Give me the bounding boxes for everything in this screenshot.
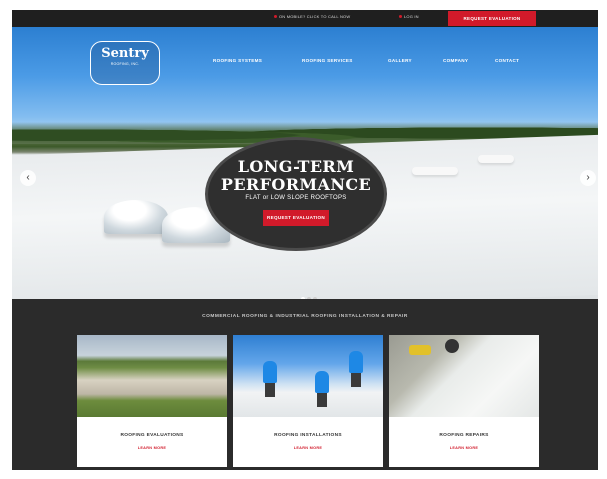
hero-subhead: FLAT or LOW SLOPE ROOFTOPS xyxy=(245,195,347,201)
slider-dots xyxy=(301,288,319,299)
learn-more-link[interactable]: LEARN MORE xyxy=(77,446,227,450)
request-evaluation-top-button[interactable]: REQUEST EVALUATION xyxy=(448,11,536,26)
card-title: ROOFING EVALUATIONS xyxy=(120,433,184,438)
hero-headline-2: PERFORMANCE xyxy=(220,175,372,194)
logo-subtitle: ROOFING, INC. xyxy=(110,62,140,66)
worker-figure xyxy=(263,361,277,397)
learn-more-link[interactable]: LEARN MORE xyxy=(389,446,539,450)
card-image xyxy=(233,335,383,417)
slider-dot[interactable] xyxy=(313,297,317,299)
request-evaluation-hero-button[interactable]: REQUEST EVALUATION xyxy=(263,210,329,226)
website-frame: ON MOBILE? CLICK TO CALL NOW LOG IN REQU… xyxy=(12,10,598,470)
mobile-call-link[interactable]: ON MOBILE? CLICK TO CALL NOW xyxy=(274,14,350,19)
nav-roofing-systems[interactable]: ROOFING SYSTEMS xyxy=(213,58,262,63)
card-roofing-evaluations[interactable]: ROOFING EVALUATIONS LEARN MORE xyxy=(77,335,227,467)
slider-dot[interactable] xyxy=(307,297,311,299)
chevron-left-icon[interactable]: ‹ xyxy=(20,170,36,186)
hero-headline-1: LONG-TERM xyxy=(237,157,355,176)
roof-vent xyxy=(478,155,514,163)
learn-more-link[interactable]: LEARN MORE xyxy=(233,446,383,450)
nav-gallery[interactable]: GALLERY xyxy=(388,58,412,63)
utility-bar: ON MOBILE? CLICK TO CALL NOW LOG IN REQU… xyxy=(12,10,598,27)
skylight-dome xyxy=(104,200,168,234)
card-image xyxy=(389,335,539,417)
login-label: LOG IN xyxy=(404,14,419,19)
card-title: ROOFING INSTALLATIONS xyxy=(274,433,342,438)
worker-figure xyxy=(315,371,329,407)
slider-dot-active[interactable] xyxy=(301,297,305,299)
card-title: ROOFING REPAIRS xyxy=(439,433,489,438)
logo-name: Sentry xyxy=(101,46,149,61)
nav-company[interactable]: COMPANY xyxy=(443,58,468,63)
card-roofing-repairs[interactable]: ROOFING REPAIRS LEARN MORE xyxy=(389,335,539,467)
sentry-logo[interactable]: Sentry ROOFING, INC. xyxy=(90,41,160,85)
section-tagline: COMMERCIAL ROOFING & INDUSTRIAL ROOFING … xyxy=(202,314,408,319)
worker-figure xyxy=(349,351,363,387)
card-roofing-installations[interactable]: ROOFING INSTALLATIONS LEARN MORE xyxy=(233,335,383,467)
chevron-right-icon[interactable]: › xyxy=(580,170,596,186)
hero-slider: Sentry ROOFING, INC. ROOFING SYSTEMS ROO… xyxy=(12,27,598,299)
login-link[interactable]: LOG IN xyxy=(399,14,419,19)
phone-icon xyxy=(274,15,277,19)
nav-roofing-services[interactable]: ROOFING SERVICES xyxy=(302,58,353,63)
repair-tool xyxy=(409,345,431,355)
user-icon xyxy=(399,15,402,19)
hero-badge: LONG-TERM PERFORMANCE FLAT or LOW SLOPE … xyxy=(205,137,387,251)
card-image xyxy=(77,335,227,417)
repair-tool xyxy=(445,339,459,353)
mobile-call-label: ON MOBILE? CLICK TO CALL NOW xyxy=(279,14,351,19)
roof-vent xyxy=(412,167,458,175)
nav-contact[interactable]: CONTACT xyxy=(495,58,519,63)
